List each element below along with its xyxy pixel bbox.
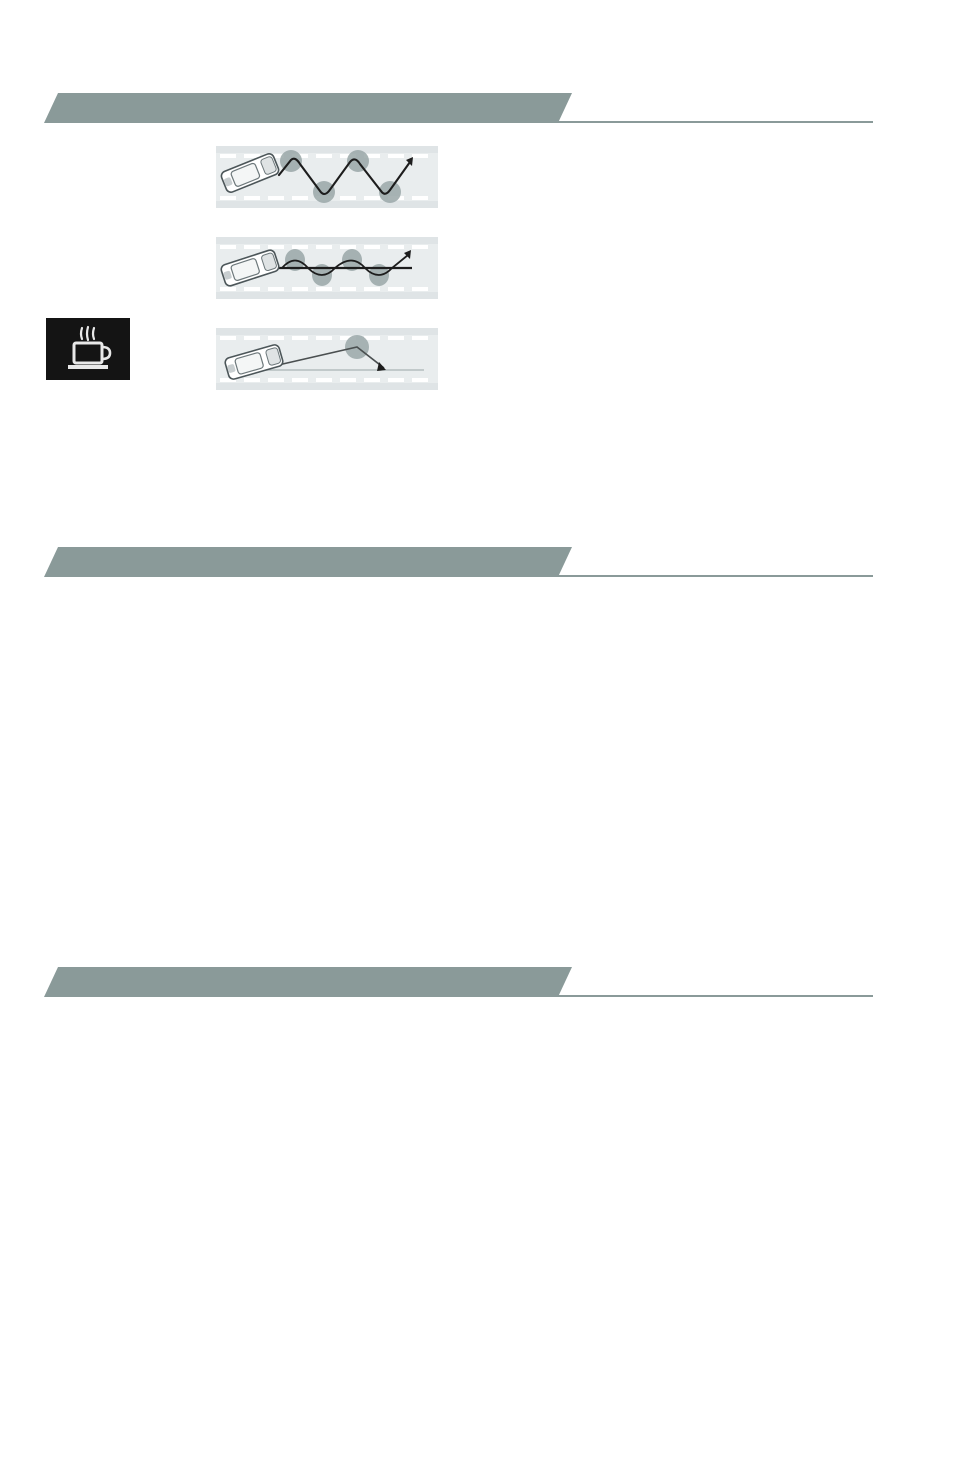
banner-label xyxy=(44,547,572,577)
section-tab-rail xyxy=(880,0,960,1484)
banner-rule xyxy=(558,575,873,577)
figure-acute-steering xyxy=(216,328,438,395)
manual-page xyxy=(0,0,960,1484)
banner-label xyxy=(44,967,572,997)
figure-gentle-swaying xyxy=(216,237,438,304)
coffee-cup-rest-warning-icon xyxy=(46,318,130,380)
section-heading-adjusting-sway-alert-sensitivity xyxy=(44,967,572,997)
section-heading-disabling-lta-sway-warning-alert xyxy=(44,547,572,577)
section-heading-sway-warning-system xyxy=(44,93,572,123)
banner-rule xyxy=(558,121,873,123)
figure-continuous-lane-deviation xyxy=(216,146,438,213)
banner-label xyxy=(44,93,572,123)
banner-rule xyxy=(558,995,873,997)
